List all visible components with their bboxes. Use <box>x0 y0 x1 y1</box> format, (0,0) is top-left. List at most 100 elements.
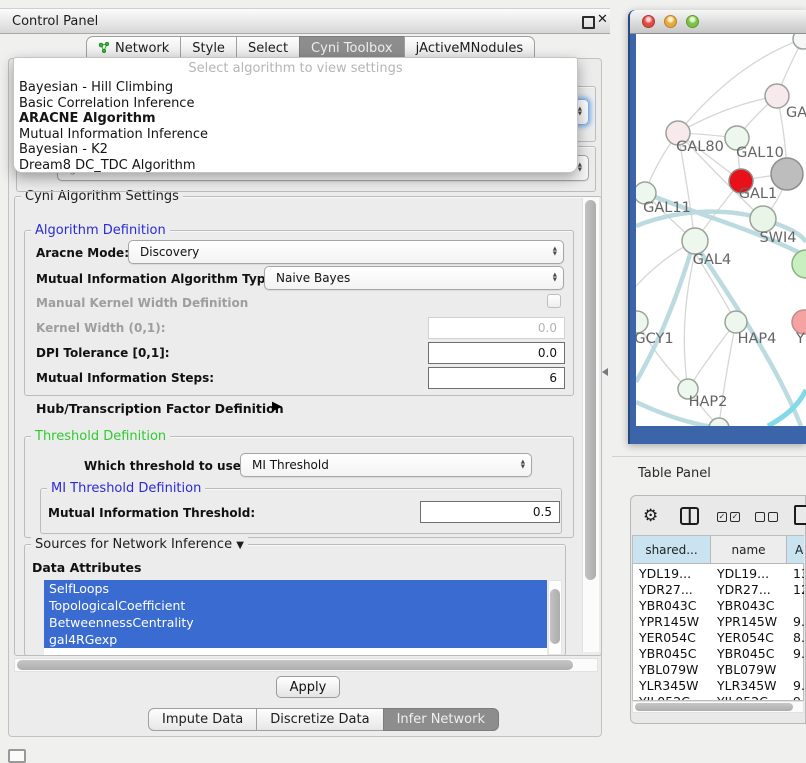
split-columns-icon[interactable] <box>680 507 699 525</box>
dropdown-item-bayesian-hill-climbing[interactable]: Bayesian - Hill Climbing <box>14 80 577 96</box>
dpi-tolerance-field[interactable]: 0.0 <box>428 342 565 364</box>
node-attribute-table: shared... name A YDL19... YDL19... 13 YD… <box>632 535 804 701</box>
network-canvas[interactable]: GAL GAL80 GAL10 GAL1 GAL11 SWI4 GAL4 GCY… <box>636 34 806 426</box>
kernel-width-field[interactable]: 0.0 <box>428 317 565 339</box>
table-horizontal-scrollbar[interactable] <box>632 701 804 713</box>
network-window-titlebar <box>630 10 806 34</box>
table-cell[interactable]: 13 <box>793 566 804 581</box>
column-header-partial[interactable]: A <box>787 536 804 564</box>
which-threshold-label: Which threshold to use: <box>84 459 246 473</box>
close-traffic-light-icon[interactable] <box>642 15 655 28</box>
table-cell[interactable]: YBL079W <box>639 662 698 677</box>
table-cell[interactable]: YBL079W <box>717 662 776 677</box>
table-cell[interactable]: YPR145W <box>717 614 777 629</box>
manual-kernel-label: Manual Kernel Width Definition <box>36 296 248 310</box>
tab-cyni-toolbox[interactable]: Cyni Toolbox <box>299 36 405 59</box>
node-label: GAL80 <box>676 139 724 155</box>
gear-icon[interactable]: ⚙ <box>643 506 658 526</box>
new-table-icon[interactable] <box>794 505 806 525</box>
minimize-traffic-light-icon[interactable] <box>664 15 677 28</box>
list-item[interactable]: BetweennessCentrality <box>44 614 547 631</box>
table-cell[interactable]: 9. <box>793 646 804 661</box>
node-label: GAL <box>786 105 806 121</box>
tab-network[interactable]: Network <box>86 36 181 59</box>
mi-steps-field[interactable]: 6 <box>428 367 565 389</box>
tab-style[interactable]: Style <box>180 36 237 59</box>
dpi-tolerance-label: DPI Tolerance [0,1]: <box>36 346 170 360</box>
list-item[interactable]: SelfLoops <box>44 580 547 597</box>
dropdown-item-dream8[interactable]: Dream8 DC_TDC Algorithm <box>14 158 577 174</box>
node-label: HAP2 <box>689 394 728 410</box>
table-cell[interactable]: YDR27... <box>717 582 771 597</box>
which-threshold-combo[interactable]: MI Threshold ▲▼ <box>240 453 532 477</box>
table-cell[interactable]: 9. <box>793 678 804 693</box>
node-gcy1[interactable] <box>636 311 648 333</box>
aracne-mode-combo[interactable]: Discovery ▲▼ <box>128 240 564 264</box>
node-label: GAL1 <box>739 186 777 202</box>
tab-impute-data[interactable]: Impute Data <box>148 708 257 731</box>
table-cell[interactable]: 9. <box>793 614 804 629</box>
docked-panel-icon[interactable] <box>8 749 26 763</box>
tab-jactivemnodules[interactable]: jActiveMNodules <box>404 36 536 59</box>
dropdown-item-aracne[interactable]: ARACNE Algorithm <box>14 111 577 127</box>
table-cell[interactable]: YBR045C <box>717 646 774 661</box>
settings-horizontal-scrollbar[interactable] <box>14 658 598 672</box>
expand-arrow-icon[interactable]: ▶ <box>272 399 282 414</box>
control-panel-title: Control Panel <box>12 14 98 29</box>
node-partial-top[interactable] <box>793 34 806 49</box>
node-gal4[interactable] <box>682 228 708 254</box>
node-right-green[interactable] <box>792 250 806 278</box>
table-cell[interactable]: YIL052C <box>717 694 768 700</box>
node-label: SWI4 <box>759 230 796 246</box>
dropdown-item-basic-correlation[interactable]: Basic Correlation Inference <box>14 96 577 112</box>
table-cell[interactable]: YER054C <box>717 630 774 645</box>
column-header-name[interactable]: name <box>711 536 787 564</box>
table-cell[interactable]: YIL052C <box>639 694 690 700</box>
table-cell[interactable]: YPR145W <box>639 614 699 629</box>
zoom-traffic-light-icon[interactable] <box>686 15 699 28</box>
data-attributes-list[interactable]: SelfLoops TopologicalCoefficient Between… <box>44 580 547 655</box>
table-cell[interactable]: YDL19... <box>717 566 769 581</box>
collapse-arrow-icon[interactable]: ▼ <box>236 540 244 551</box>
node-label: GAL10 <box>736 145 784 161</box>
close-icon[interactable]: ✕ <box>597 12 608 27</box>
apply-button[interactable]: Apply <box>276 676 340 698</box>
table-cell[interactable]: 12 <box>793 582 804 597</box>
table-cell[interactable]: 8. <box>793 630 804 645</box>
tab-select[interactable]: Select <box>236 36 300 59</box>
mi-threshold-field[interactable]: 0.5 <box>420 501 560 523</box>
table-cell[interactable]: YDR27... <box>639 582 693 597</box>
mi-threshold-definition-legend: MI Threshold Definition <box>47 481 205 496</box>
tab-infer-network[interactable]: Infer Network <box>383 708 499 731</box>
node-hap4[interactable] <box>725 311 747 333</box>
threshold-definition-legend: Threshold Definition <box>31 429 170 444</box>
list-item[interactable]: TopologicalCoefficient <box>44 597 547 614</box>
network-node-labels: GAL GAL80 GAL10 GAL1 GAL11 SWI4 GAL4 GCY… <box>636 105 806 410</box>
select-all-columns-icon[interactable]: ✓✓ <box>717 512 740 522</box>
tab-network-label: Network <box>115 41 169 56</box>
node-label: GCY1 <box>636 331 674 347</box>
table-cell[interactable]: YBR043C <box>639 598 696 613</box>
node-swi4[interactable] <box>750 206 776 232</box>
dropdown-item-bayesian-k2[interactable]: Bayesian - K2 <box>14 142 577 158</box>
table-cell[interactable]: YLR345W <box>717 678 777 693</box>
mi-type-label: Mutual Information Algorithm Type: <box>36 272 278 286</box>
table-cell[interactable]: 9 <box>793 694 801 700</box>
list-item[interactable]: gal4RGexp <box>44 631 547 648</box>
dropdown-item-mutual-information[interactable]: Mutual Information Inference <box>14 127 577 143</box>
table-cell[interactable]: YLR345W <box>639 678 699 693</box>
float-window-icon[interactable] <box>582 16 595 29</box>
column-header-shared-name[interactable]: shared... <box>633 536 711 564</box>
table-cell[interactable]: YBR045C <box>639 646 696 661</box>
tab-discretize-data[interactable]: Discretize Data <box>256 708 383 731</box>
table-cell[interactable]: YDL19... <box>639 566 691 581</box>
mi-type-combo[interactable]: Naive Bayes ▲▼ <box>264 266 564 290</box>
node-label: Y <box>795 331 805 347</box>
attributes-scrollbar[interactable] <box>548 580 562 655</box>
manual-kernel-checkbox[interactable] <box>547 294 561 308</box>
settings-vertical-scrollbar[interactable] <box>582 198 599 652</box>
deselect-columns-icon[interactable] <box>755 512 778 522</box>
table-cell[interactable]: YER054C <box>639 630 696 645</box>
panel-resize-grip[interactable] <box>602 368 608 376</box>
table-cell[interactable]: YBR043C <box>717 598 774 613</box>
